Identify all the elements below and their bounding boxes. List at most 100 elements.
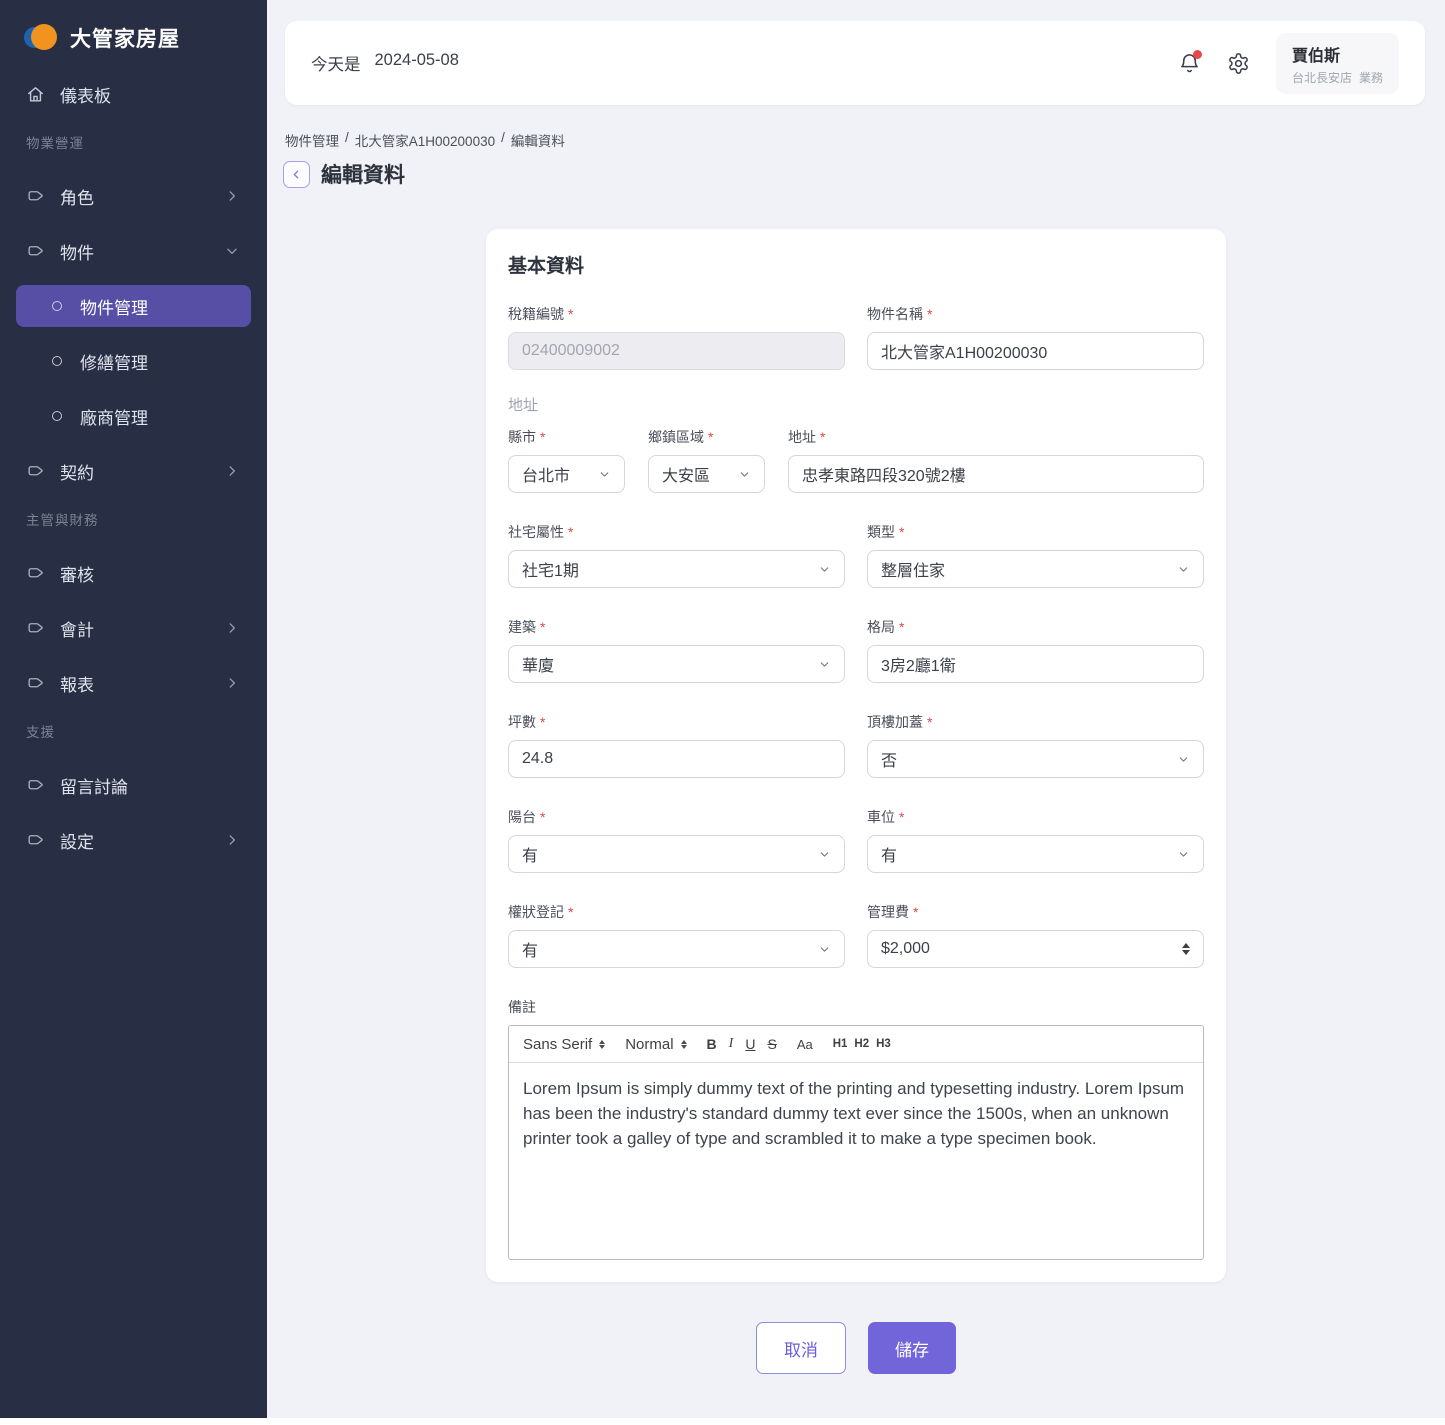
breadcrumb-item[interactable]: 物件管理	[285, 130, 339, 150]
label-text: 建築	[508, 617, 536, 637]
sidebar-item-dashboard[interactable]: 儀表板	[16, 73, 251, 115]
field-label-notes: 備註	[508, 997, 1204, 1017]
notification-dot	[1193, 50, 1202, 59]
tag-icon	[26, 776, 45, 795]
cancel-button[interactable]: 取消	[756, 1322, 846, 1374]
label-text: 地址	[788, 427, 816, 447]
brand-name: 大管家房屋	[70, 23, 180, 53]
chevron-down-icon	[1177, 563, 1190, 576]
form-actions: 取消 儲存	[267, 1322, 1445, 1374]
notes-textarea[interactable]: Lorem Ipsum is simply dummy text of the …	[509, 1063, 1203, 1259]
italic-button[interactable]: I	[729, 1036, 734, 1052]
font-select-value: Sans Serif	[523, 1036, 592, 1053]
address-field[interactable]	[788, 455, 1204, 493]
underline-button[interactable]: U	[745, 1036, 755, 1052]
mgmt-fee-field[interactable]: $2,000	[867, 930, 1204, 968]
field-label-district: 鄉鎮區域 *	[648, 427, 765, 447]
required-mark: *	[568, 904, 573, 920]
circle-icon	[52, 356, 62, 366]
parking-select[interactable]: 有	[867, 835, 1204, 873]
rooftop-select[interactable]: 否	[867, 740, 1204, 778]
sidebar-item-repair-mgmt[interactable]: 修繕管理	[16, 340, 251, 382]
tag-icon	[26, 242, 45, 261]
required-mark: *	[927, 306, 932, 322]
select-value: 華廈	[522, 652, 818, 676]
sidebar-item-discussion[interactable]: 留言討論	[16, 764, 251, 806]
chevron-right-icon	[225, 833, 239, 847]
tag-icon	[26, 187, 45, 206]
required-mark: *	[540, 714, 545, 730]
back-button[interactable]	[283, 161, 310, 188]
city-select[interactable]: 台北市	[508, 455, 625, 493]
sidebar-item-property-mgmt[interactable]: 物件管理	[16, 285, 251, 327]
user-store: 台北長安店	[1292, 69, 1352, 86]
user-menu[interactable]: 賈伯斯 台北長安店 業務	[1276, 33, 1399, 94]
stepper-arrows-icon[interactable]	[1182, 943, 1190, 955]
type-select[interactable]: 整層住家	[867, 550, 1204, 588]
deed-select[interactable]: 有	[508, 930, 845, 968]
housing-phase-select[interactable]: 社宅1期	[508, 550, 845, 588]
topbar: 今天是 2024-05-08 賈伯斯 台北長安店 業務	[285, 21, 1425, 105]
number-value: $2,000	[881, 940, 1182, 958]
sidebar-item-label: 審核	[60, 561, 239, 586]
required-mark: *	[899, 809, 904, 825]
h2-button[interactable]: H2	[854, 1038, 869, 1050]
required-mark: *	[913, 904, 918, 920]
bottom-strip	[0, 1418, 1445, 1425]
label-text: 物件名稱	[867, 304, 923, 324]
label-text: 管理費	[867, 902, 909, 922]
district-select[interactable]: 大安區	[648, 455, 765, 493]
required-mark: *	[927, 714, 932, 730]
sidebar-item-label: 會計	[60, 616, 210, 641]
property-name-field[interactable]	[867, 332, 1204, 370]
stepper-arrows-icon	[681, 1040, 687, 1049]
user-name: 賈伯斯	[1292, 42, 1383, 66]
brand-logo-icon	[24, 22, 57, 53]
label-text: 鄉鎮區域	[648, 427, 704, 447]
page-title: 編輯資料	[321, 159, 405, 189]
field-label-housing-phase: 社宅屬性 *	[508, 522, 845, 542]
settings-button[interactable]	[1227, 52, 1250, 75]
select-value: 有	[522, 842, 818, 866]
sidebar-item-contracts[interactable]: 契約	[16, 450, 251, 492]
chevron-down-icon	[738, 468, 751, 481]
gear-icon	[1227, 52, 1250, 75]
sidebar-item-reports[interactable]: 報表	[16, 662, 251, 704]
sidebar-item-properties[interactable]: 物件	[16, 230, 251, 272]
breadcrumb-current: 編輯資料	[511, 130, 565, 150]
sidebar-item-settings[interactable]: 設定	[16, 819, 251, 861]
area-field[interactable]	[508, 740, 845, 778]
sidebar-item-roles[interactable]: 角色	[16, 175, 251, 217]
topbar-actions: 賈伯斯 台北長安店 業務	[1178, 33, 1399, 94]
tag-icon	[26, 462, 45, 481]
sidebar-item-label: 留言討論	[60, 773, 239, 798]
text-case-button[interactable]: Aa	[797, 1037, 813, 1052]
bold-button[interactable]: B	[707, 1036, 717, 1052]
brand: 大管家房屋	[0, 0, 267, 73]
balcony-select[interactable]: 有	[508, 835, 845, 873]
required-mark: *	[568, 306, 573, 322]
breadcrumb-separator: /	[345, 130, 349, 150]
layout-field[interactable]	[867, 645, 1204, 683]
today-prefix: 今天是	[311, 51, 361, 75]
h3-button[interactable]: H3	[876, 1038, 891, 1050]
field-label-building: 建築 *	[508, 617, 845, 637]
save-button[interactable]: 儲存	[868, 1322, 956, 1374]
breadcrumb-item[interactable]: 北大管家A1H00200030	[355, 130, 495, 150]
sidebar-item-vendor-mgmt[interactable]: 廠商管理	[16, 395, 251, 437]
label-text: 陽台	[508, 807, 536, 827]
strikethrough-button[interactable]: S	[767, 1036, 776, 1052]
required-mark: *	[899, 524, 904, 540]
select-value: 否	[881, 747, 1177, 771]
editor-font-select[interactable]: Sans Serif	[523, 1036, 605, 1053]
sidebar-item-label: 設定	[60, 828, 210, 853]
h1-button[interactable]: H1	[833, 1038, 848, 1050]
required-mark: *	[540, 809, 545, 825]
sidebar-item-review[interactable]: 審核	[16, 552, 251, 594]
notifications-button[interactable]	[1178, 52, 1201, 75]
chevron-right-icon	[225, 464, 239, 478]
sidebar-item-accounting[interactable]: 會計	[16, 607, 251, 649]
building-select[interactable]: 華廈	[508, 645, 845, 683]
editor-size-select[interactable]: Normal	[625, 1036, 686, 1053]
required-mark: *	[540, 429, 545, 445]
